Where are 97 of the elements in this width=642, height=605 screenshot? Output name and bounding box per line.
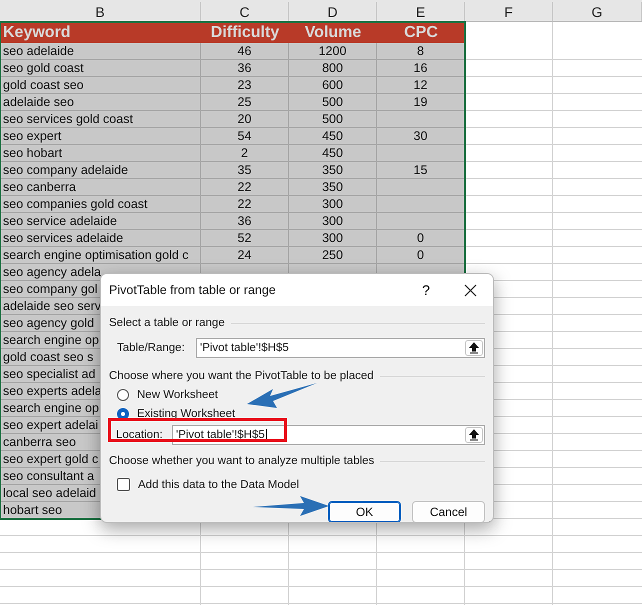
table-cell: search engine op — [3, 333, 99, 347]
table-cell: canberra seo — [3, 435, 76, 449]
upload-icon — [469, 342, 479, 354]
table-cell: seo services adelaide — [3, 231, 124, 245]
radio-label: Existing Worksheet — [137, 408, 236, 420]
table-cell: seo companies gold coast — [3, 197, 148, 211]
table-cell: 23 — [238, 78, 252, 92]
table-cell: seo company gol — [3, 282, 98, 296]
column-header[interactable]: G — [553, 2, 642, 21]
table-cell: seo adelaide — [3, 44, 74, 58]
table-cell: 300 — [322, 197, 343, 211]
dialog-button[interactable]: Cancel — [412, 501, 485, 522]
header-cell-text: Volume — [304, 23, 362, 43]
dialog-button[interactable]: OK — [328, 501, 401, 522]
help-button[interactable]: ? — [419, 280, 433, 300]
table-cell: adelaide seo serv — [3, 299, 101, 313]
table-cell: 36 — [238, 214, 252, 228]
arrow-annotation — [246, 382, 318, 410]
table-cell: seo expert — [3, 129, 62, 143]
table-cell: 22 — [238, 180, 252, 194]
table-cell: local seo adelaid — [3, 486, 96, 500]
upload-icon — [469, 429, 479, 441]
table-cell: seo expert adelai — [3, 418, 98, 432]
location-field[interactable]: 'Pivot table'!$H$5 — [172, 425, 485, 445]
table-cell: seo agency adela — [3, 265, 101, 279]
table-cell: 12 — [414, 78, 428, 92]
table-cell: 0 — [417, 248, 424, 262]
column-header[interactable]: B — [0, 2, 201, 21]
table-cell: 22 — [238, 197, 252, 211]
table-cell: 2 — [241, 146, 248, 160]
table-cell: seo consultant a — [3, 469, 94, 483]
table-cell: 24 — [238, 248, 252, 262]
table-cell: seo agency gold — [3, 316, 94, 330]
table-cell: 54 — [238, 129, 252, 143]
radio-label: New Worksheet — [137, 388, 218, 400]
table-cell: 450 — [322, 146, 343, 160]
table-cell: gold coast seo — [3, 78, 84, 92]
table-cell: seo company adelaide — [3, 163, 128, 177]
radio-button[interactable] — [117, 388, 129, 400]
table-cell: 1200 — [318, 44, 346, 58]
table-cell: 0 — [417, 231, 424, 245]
field-label: Table/Range: — [117, 342, 186, 354]
table-cell: seo service adelaide — [3, 214, 117, 228]
table-cell: 46 — [238, 44, 252, 58]
table-cell: seo specialist ad — [3, 367, 96, 381]
table-cell: 36 — [238, 61, 252, 75]
radio-option[interactable]: New Worksheet — [109, 385, 485, 404]
table-cell: 35 — [238, 163, 252, 177]
column-header[interactable]: F — [465, 2, 553, 21]
table-cell: search engine op — [3, 401, 99, 415]
section-heading: Choose whether you want to analyze multiple tables — [109, 455, 374, 467]
table-cell: seo gold coast — [3, 61, 84, 75]
table-cell: 250 — [322, 248, 343, 262]
table-cell: 350 — [322, 180, 343, 194]
column-header[interactable]: E — [377, 2, 465, 21]
table-cell: 450 — [322, 129, 343, 143]
checkbox[interactable] — [117, 478, 130, 491]
table-cell: 19 — [414, 95, 428, 109]
header-cell-text: CPC — [403, 23, 439, 43]
column-header[interactable]: C — [201, 2, 289, 21]
section-heading: Choose where you want the PivotTable to be placed — [109, 370, 374, 382]
collapse-button[interactable] — [465, 340, 483, 356]
table-cell: seo canberra — [3, 180, 76, 194]
table-cell: seo hobart — [3, 146, 62, 160]
table-cell: 30 — [414, 129, 428, 143]
close-icon — [464, 284, 476, 296]
table-cell: seo experts adela — [3, 384, 102, 398]
table-cell: 8 — [417, 44, 424, 58]
table-cell: 16 — [414, 61, 428, 75]
radio-option[interactable]: Existing Worksheet — [109, 404, 485, 423]
table-cell: hobart seo — [3, 503, 62, 517]
table-cell: search engine optimisation gold c — [3, 248, 189, 262]
column-header[interactable]: D — [289, 2, 377, 21]
range-field[interactable]: 'Pivot table'!$H$5 — [196, 338, 485, 358]
table-cell: 25 — [238, 95, 252, 109]
header-cell-text: Difficulty — [210, 23, 280, 43]
header-cell-text: Keyword — [2, 23, 72, 43]
table-cell: seo services gold coast — [3, 112, 133, 126]
table-cell: 600 — [322, 78, 343, 92]
table-cell: 52 — [238, 231, 252, 245]
table-cell: 15 — [414, 163, 428, 177]
radio-button[interactable] — [117, 408, 129, 420]
field-label: Location: — [116, 429, 164, 441]
table-cell: 300 — [322, 214, 343, 228]
table-cell: 500 — [322, 95, 343, 109]
table-cell: 20 — [238, 112, 252, 126]
table-cell: 300 — [322, 231, 343, 245]
collapse-button[interactable] — [465, 427, 483, 443]
table-cell: seo expert gold c — [3, 452, 98, 466]
checkbox-label: Add this data to the Data Model — [138, 478, 300, 490]
table-cell: gold coast seo s — [3, 350, 94, 364]
table-cell: 350 — [322, 163, 343, 177]
section-heading: Select a table or range — [109, 317, 225, 329]
table-cell: adelaide seo — [3, 95, 74, 109]
table-cell: 800 — [322, 61, 343, 75]
dialog-title: PivotTable from table or range — [109, 283, 277, 297]
table-cell: 500 — [322, 112, 343, 126]
